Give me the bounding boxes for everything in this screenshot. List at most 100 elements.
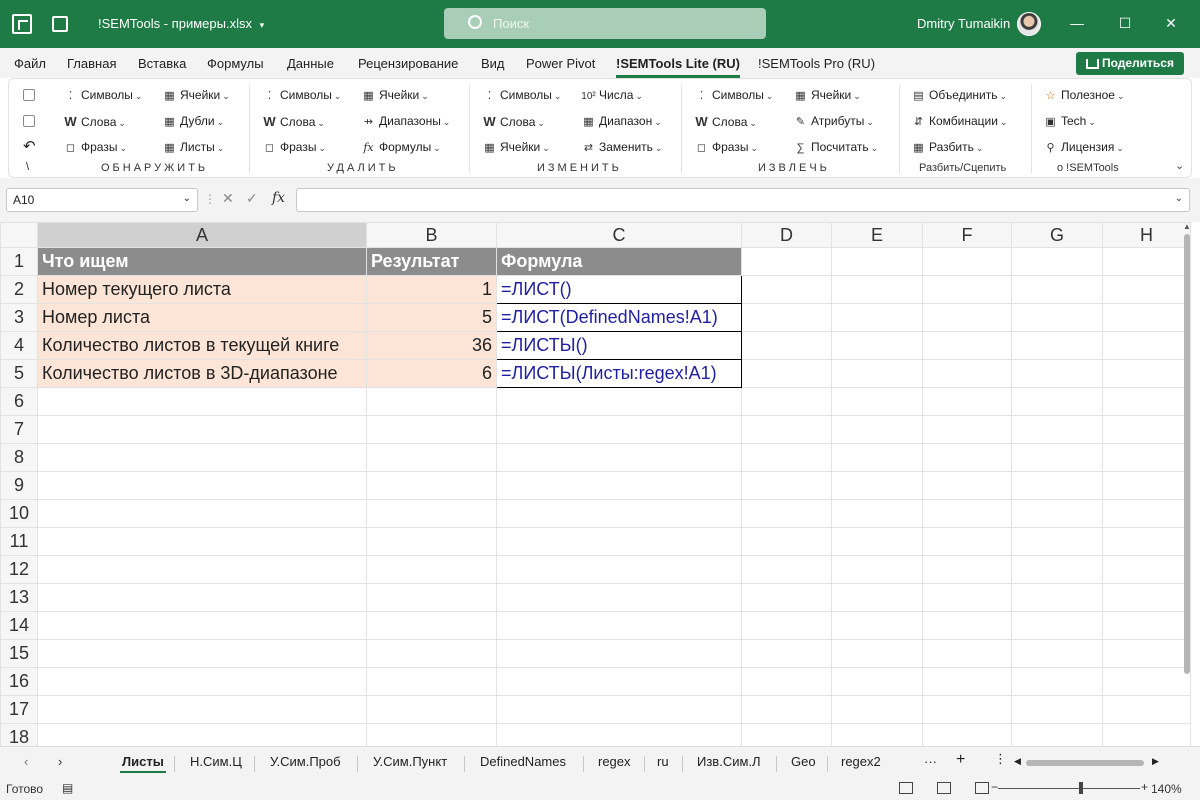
column-header[interactable]: D — [741, 222, 832, 248]
attributes-button[interactable]: ✎ Атрибуты ⌄ — [793, 114, 874, 128]
merge-button[interactable]: ▤ Объединить ⌄ — [911, 88, 1007, 102]
cell[interactable] — [1011, 359, 1103, 388]
cell[interactable] — [741, 359, 832, 388]
tab-power-pivot[interactable]: Power Pivot — [526, 56, 595, 71]
worksheet-grid[interactable]: A B C D E F G H 1 Что ищем Результат Формул… — [0, 222, 1200, 746]
extract-cells-button[interactable]: ▦ Ячейки ⌄ — [793, 88, 861, 102]
cell[interactable] — [741, 583, 832, 612]
scroll-up-icon[interactable]: ▲ — [1183, 222, 1191, 231]
cell[interactable] — [1011, 471, 1103, 500]
cell[interactable] — [366, 499, 497, 528]
sheet-tab[interactable]: У.Сим.Пункт — [373, 754, 447, 769]
query-cell[interactable]: Номер текущего листа — [37, 275, 367, 304]
cell[interactable] — [1011, 331, 1103, 360]
cell[interactable] — [922, 275, 1012, 304]
cell[interactable] — [366, 723, 497, 746]
cell[interactable] — [37, 471, 367, 500]
row-header[interactable]: 14 — [0, 611, 38, 640]
more-sheets-icon[interactable]: ··· — [924, 754, 937, 769]
cell[interactable] — [1102, 387, 1191, 416]
cell[interactable] — [1011, 695, 1103, 724]
user-name[interactable]: Dmitry Tumaikin — [917, 16, 1010, 31]
cell[interactable] — [1011, 443, 1103, 472]
tab-formulas[interactable]: Формулы — [207, 56, 264, 71]
cell[interactable] — [1011, 555, 1103, 584]
row-header[interactable]: 10 — [0, 499, 38, 528]
detect-words-button[interactable]: W Слова ⌄ — [63, 114, 126, 129]
zoom-out-icon[interactable]: − — [991, 780, 998, 794]
formula-cell[interactable]: =ЛИСТЫ() — [496, 331, 742, 360]
result-cell[interactable]: 5 — [366, 303, 497, 332]
cell[interactable] — [1011, 639, 1103, 668]
cell[interactable] — [1102, 695, 1191, 724]
formula-input[interactable]: ⌄ — [296, 188, 1190, 212]
cell[interactable] — [741, 471, 832, 500]
change-cells-button[interactable]: ▦ Ячейки ⌄ — [482, 140, 550, 154]
detect-sheets-button[interactable]: ▦ Листы ⌄ — [162, 140, 224, 154]
cell[interactable] — [37, 639, 367, 668]
cell[interactable] — [831, 387, 923, 416]
cell[interactable] — [366, 471, 497, 500]
cell[interactable] — [496, 499, 742, 528]
cell[interactable] — [1102, 611, 1191, 640]
sheet-tab[interactable]: Geo — [791, 754, 816, 769]
cell[interactable] — [1102, 443, 1191, 472]
cell[interactable] — [831, 639, 923, 668]
cell[interactable] — [831, 723, 923, 746]
header-cell[interactable]: Результат — [366, 247, 497, 276]
formula-cell[interactable]: =ЛИСТЫ(Листы:regex!A1) — [496, 359, 742, 388]
cell[interactable] — [1011, 611, 1103, 640]
row-header[interactable]: 12 — [0, 555, 38, 584]
query-cell[interactable]: Количество листов в 3D-диапазоне — [37, 359, 367, 388]
scroll-right-icon[interactable]: ▶ — [1152, 756, 1159, 767]
cell[interactable] — [831, 611, 923, 640]
cell[interactable] — [922, 695, 1012, 724]
header-cell[interactable]: Формула — [496, 247, 742, 276]
cell[interactable] — [831, 667, 923, 696]
cell[interactable] — [741, 387, 832, 416]
prev-sheet-icon[interactable]: ‹ — [24, 754, 28, 769]
combinations-button[interactable]: ⇵ Комбинации ⌄ — [911, 114, 1008, 128]
cell[interactable] — [741, 443, 832, 472]
cell[interactable] — [922, 471, 1012, 500]
cell[interactable] — [1102, 331, 1191, 360]
cell[interactable] — [922, 331, 1012, 360]
collapse-ribbon-icon[interactable]: ⌄ — [1175, 159, 1184, 172]
cell[interactable] — [366, 695, 497, 724]
cell[interactable] — [922, 639, 1012, 668]
cell[interactable] — [831, 415, 923, 444]
cell[interactable] — [741, 415, 832, 444]
license-button[interactable]: ⚲ Лицензия ⌄ — [1043, 140, 1123, 154]
column-header[interactable]: A — [37, 222, 367, 248]
cell[interactable] — [741, 247, 832, 276]
tab-data[interactable]: Данные — [287, 56, 334, 71]
row-header[interactable]: 8 — [0, 443, 38, 472]
cell[interactable] — [922, 443, 1012, 472]
cell[interactable] — [741, 639, 832, 668]
cell[interactable] — [831, 555, 923, 584]
cell[interactable] — [1102, 415, 1191, 444]
confirm-icon[interactable]: ✓ — [246, 190, 258, 207]
document-title[interactable]: !SEMTools - примеры.xlsx ▾ — [98, 16, 264, 31]
cell[interactable] — [366, 639, 497, 668]
cell[interactable] — [741, 275, 832, 304]
cell[interactable] — [496, 555, 742, 584]
cell[interactable] — [741, 667, 832, 696]
tab-semtools-pro[interactable]: !SEMTools Pro (RU) — [758, 56, 875, 71]
cell[interactable] — [1102, 303, 1191, 332]
zoom-in-icon[interactable]: + — [1141, 780, 1148, 794]
cell[interactable] — [922, 611, 1012, 640]
cell[interactable] — [496, 471, 742, 500]
row-header[interactable]: 11 — [0, 527, 38, 556]
cell[interactable] — [922, 667, 1012, 696]
chevron-down-icon[interactable]: ⌄ — [1175, 193, 1183, 204]
cell[interactable] — [741, 723, 832, 746]
cell[interactable] — [37, 611, 367, 640]
row-header[interactable]: 4 — [0, 331, 38, 360]
cell[interactable] — [1011, 499, 1103, 528]
cell[interactable] — [496, 667, 742, 696]
minimize-button[interactable]: — — [1066, 12, 1088, 34]
cell[interactable] — [922, 359, 1012, 388]
fx-icon[interactable]: fx — [272, 190, 285, 206]
sheet-tab[interactable]: Листы — [120, 754, 166, 773]
